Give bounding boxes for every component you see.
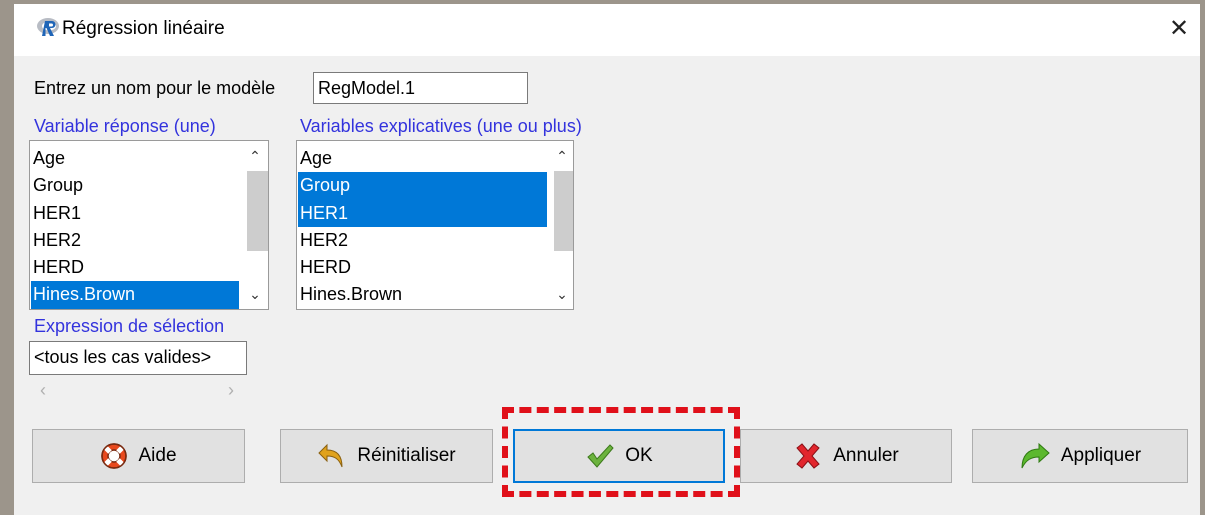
explanatory-listbox[interactable]: Age Group HER1 HER2 HERD Hines.Brown ⌃ ⌄ xyxy=(296,140,574,310)
scroll-up-icon[interactable]: ⌃ xyxy=(547,145,573,167)
response-scrollbar[interactable]: ⌃ ⌄ xyxy=(240,141,268,309)
list-item[interactable]: HER2 xyxy=(31,227,239,254)
ok-highlight-annotation xyxy=(502,407,740,497)
list-item[interactable]: Hines.Brown xyxy=(31,281,239,309)
model-name-input[interactable]: RegModel.1 xyxy=(313,72,528,104)
list-item[interactable]: HERD xyxy=(31,254,239,281)
window-title: Régression linéaire xyxy=(62,18,225,39)
explanatory-label: Variables explicatives (une ou plus) xyxy=(300,116,582,136)
subset-input[interactable]: <tous les cas valides> xyxy=(29,341,247,375)
r-logo-icon xyxy=(37,18,59,36)
scroll-thumb[interactable] xyxy=(554,171,573,251)
close-icon[interactable]: ✕ xyxy=(1164,14,1194,44)
title-bar: Régression linéaire ✕ xyxy=(14,4,1200,56)
scroll-down-icon[interactable]: ⌄ xyxy=(547,283,573,305)
explanatory-scrollbar[interactable]: ⌃ ⌄ xyxy=(547,141,573,309)
scroll-right-icon[interactable]: › xyxy=(228,380,234,401)
response-listbox[interactable]: Age Group HER1 HER2 HERD Hines.Brown ⌃ ⌄ xyxy=(29,140,269,310)
list-item[interactable]: HER2 xyxy=(298,227,548,254)
reset-label: Réinitialiser xyxy=(357,445,456,466)
list-item[interactable]: Group xyxy=(31,172,239,199)
subset-label: Expression de sélection xyxy=(34,316,225,336)
apply-button[interactable]: Appliquer xyxy=(972,429,1188,483)
scroll-left-icon[interactable]: ‹ xyxy=(40,380,46,401)
list-item[interactable]: Age xyxy=(298,145,548,172)
cancel-button[interactable]: Annuler xyxy=(740,429,952,483)
undo-arrow-icon xyxy=(318,443,343,468)
response-label: Variable réponse (une) xyxy=(34,116,216,136)
list-item[interactable]: Group xyxy=(298,172,548,200)
reset-button[interactable]: Réinitialiser xyxy=(280,429,493,483)
list-item[interactable]: HER1 xyxy=(298,199,548,227)
list-item[interactable]: HERD xyxy=(298,254,548,281)
cancel-label: Annuler xyxy=(833,445,899,466)
list-item[interactable]: Hines.Brown xyxy=(298,281,548,308)
list-item[interactable]: HER1 xyxy=(31,200,239,227)
help-button[interactable]: Aide xyxy=(32,429,245,483)
apply-label: Appliquer xyxy=(1060,445,1142,466)
list-item[interactable]: Age xyxy=(31,145,239,172)
green-arrow-icon xyxy=(1021,442,1050,469)
model-name-label: Entrez un nom pour le modèle xyxy=(34,78,276,98)
help-label: Aide xyxy=(138,445,177,466)
lifebuoy-icon xyxy=(101,443,128,469)
scroll-up-icon[interactable]: ⌃ xyxy=(240,145,268,167)
scroll-thumb[interactable] xyxy=(247,171,268,251)
scroll-down-icon[interactable]: ⌄ xyxy=(240,283,268,305)
red-x-icon xyxy=(796,443,820,469)
